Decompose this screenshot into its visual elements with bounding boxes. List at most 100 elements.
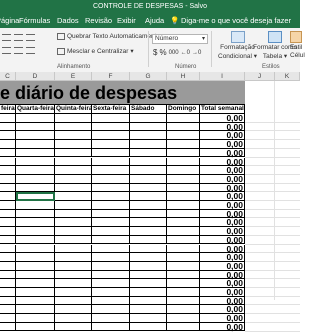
header-cell-thursday[interactable]: Quinta-feira	[55, 105, 92, 114]
tab-pagina[interactable]: Página	[0, 16, 19, 25]
table-cell[interactable]	[55, 166, 92, 175]
tell-me-search[interactable]: Diga-me o que você deseja fazer	[181, 16, 291, 25]
table-cell[interactable]	[167, 218, 200, 228]
table-cell[interactable]	[92, 140, 130, 149]
column-header-f[interactable]: F	[92, 72, 130, 81]
comma-style-button[interactable]: 000	[169, 50, 179, 56]
increase-decimal-icon[interactable]: ←0	[181, 50, 190, 56]
table-cell[interactable]	[167, 114, 200, 123]
column-header-h[interactable]: H	[167, 72, 200, 81]
table-cell[interactable]	[130, 244, 167, 254]
table-cell[interactable]	[167, 201, 200, 210]
number-format-select[interactable]: Número ▾	[152, 34, 208, 44]
table-cell[interactable]	[130, 140, 167, 149]
align-left-icon[interactable]	[2, 34, 11, 41]
table-cell[interactable]	[92, 114, 130, 123]
table-cell[interactable]	[55, 201, 92, 210]
header-cell-friday[interactable]: Sexta-feira	[92, 105, 130, 114]
table-cell[interactable]	[130, 261, 167, 271]
table-cell[interactable]	[16, 227, 55, 236]
table-cell[interactable]	[55, 261, 92, 271]
table-cell[interactable]	[0, 148, 16, 158]
table-cell[interactable]	[167, 322, 200, 332]
table-cell[interactable]	[92, 122, 130, 132]
merge-center-button[interactable]: Mesclar e Centralizar ▾	[57, 47, 134, 55]
table-cell[interactable]	[130, 288, 167, 297]
table-cell[interactable]	[92, 270, 130, 280]
table-cell[interactable]	[0, 261, 16, 271]
table-cell[interactable]	[16, 253, 55, 262]
table-cell[interactable]	[130, 209, 167, 219]
conditional-formatting-button[interactable]: Formatação Condicional ▾	[218, 31, 257, 60]
table-cell[interactable]	[0, 244, 16, 254]
column-header-d[interactable]: D	[16, 72, 55, 81]
table-cell[interactable]	[0, 218, 16, 228]
table-cell[interactable]	[16, 244, 55, 254]
table-cell[interactable]	[130, 227, 167, 236]
table-cell[interactable]	[0, 322, 16, 332]
table-cell[interactable]	[92, 183, 130, 193]
table-cell[interactable]	[16, 174, 55, 184]
table-cell[interactable]	[130, 114, 167, 123]
table-cell[interactable]	[16, 288, 55, 297]
table-cell[interactable]	[55, 183, 92, 193]
table-cell[interactable]	[130, 201, 167, 210]
column-header-e[interactable]: E	[55, 72, 92, 81]
table-cell[interactable]	[55, 288, 92, 297]
table-cell[interactable]	[55, 131, 92, 141]
table-cell[interactable]	[0, 174, 16, 184]
table-cell[interactable]	[130, 322, 167, 332]
table-cell[interactable]	[16, 140, 55, 149]
currency-button[interactable]: $	[153, 48, 157, 57]
table-cell[interactable]	[92, 288, 130, 297]
total-cell[interactable]: 0,00	[200, 297, 245, 306]
table-cell[interactable]	[92, 148, 130, 158]
table-cell[interactable]	[92, 296, 130, 306]
worksheet-grid[interactable]: C D E F G H I J K e diário de despesas f…	[0, 72, 300, 332]
table-cell[interactable]	[55, 296, 92, 306]
table-cell[interactable]	[16, 305, 55, 315]
table-cell[interactable]	[55, 209, 92, 219]
table-cell[interactable]	[92, 174, 130, 184]
table-cell[interactable]	[55, 148, 92, 158]
table-cell[interactable]	[16, 131, 55, 141]
table-cell[interactable]	[0, 270, 16, 280]
total-cell[interactable]: 0,00	[200, 305, 245, 315]
table-cell[interactable]	[92, 218, 130, 228]
column-header-k[interactable]: K	[275, 72, 300, 81]
decrease-decimal-icon[interactable]: →0	[192, 50, 201, 56]
align-right-icon[interactable]	[26, 34, 35, 41]
lightbulb-icon[interactable]: 💡	[170, 16, 179, 25]
table-cell[interactable]	[55, 157, 92, 167]
table-cell[interactable]	[16, 235, 55, 245]
table-cell[interactable]	[0, 166, 16, 175]
table-cell[interactable]	[0, 157, 16, 167]
tab-exibir[interactable]: Exibir	[117, 16, 136, 25]
table-cell[interactable]	[167, 157, 200, 167]
table-cell[interactable]	[0, 192, 16, 201]
table-cell[interactable]	[130, 122, 167, 132]
table-cell[interactable]	[92, 305, 130, 315]
column-header-g[interactable]: G	[130, 72, 167, 81]
column-header-c[interactable]: C	[0, 72, 16, 81]
table-cell[interactable]	[0, 296, 16, 306]
table-cell[interactable]	[55, 140, 92, 149]
table-cell[interactable]	[130, 218, 167, 228]
table-cell[interactable]	[167, 288, 200, 297]
table-cell[interactable]	[0, 227, 16, 236]
table-cell[interactable]	[130, 305, 167, 315]
table-cell[interactable]	[130, 270, 167, 280]
wrap-text-button[interactable]: Quebrar Texto Automaticamente	[57, 33, 160, 40]
table-cell[interactable]	[92, 192, 130, 201]
table-cell[interactable]	[16, 122, 55, 132]
tab-ajuda[interactable]: Ajuda	[145, 16, 164, 25]
header-cell-sunday[interactable]: Domingo	[167, 105, 200, 114]
table-cell[interactable]	[55, 322, 92, 332]
table-cell[interactable]	[130, 183, 167, 193]
table-cell[interactable]	[92, 201, 130, 210]
table-cell[interactable]	[167, 305, 200, 315]
table-cell[interactable]	[0, 288, 16, 297]
table-cell[interactable]	[16, 218, 55, 228]
column-header-j[interactable]: J	[245, 72, 275, 81]
table-cell[interactable]	[16, 183, 55, 193]
